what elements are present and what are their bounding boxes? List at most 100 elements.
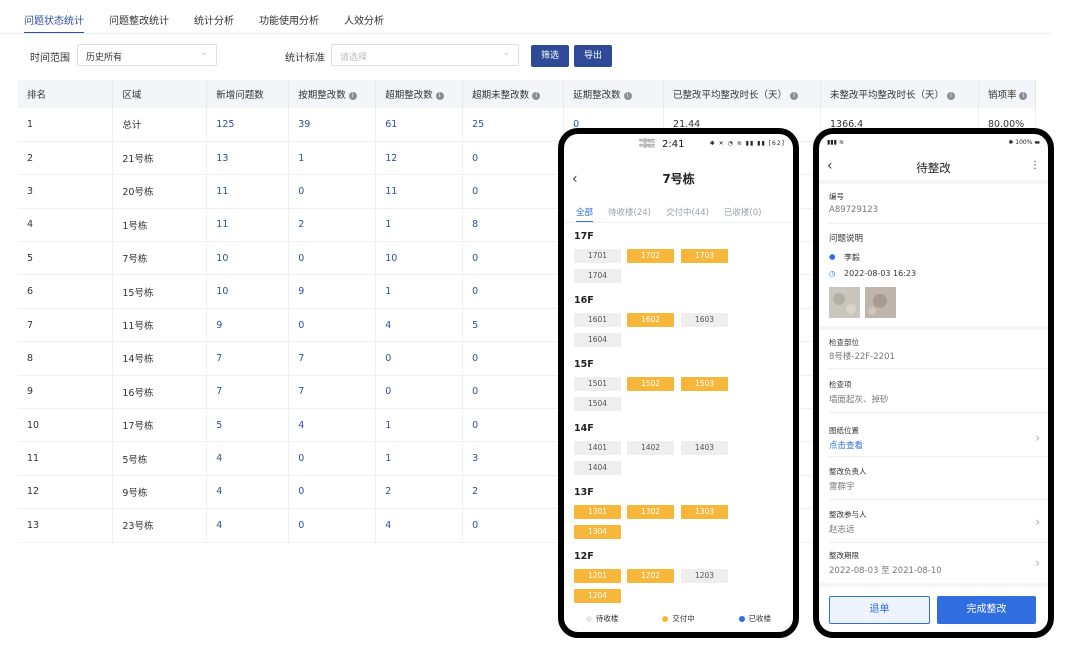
table-cell: 9 [288,274,377,309]
standard-placeholder: 请选择 [340,53,368,63]
tab-received[interactable]: 已收楼(0) [724,206,762,223]
room-cell[interactable]: 1501 [574,377,621,391]
tab-efficiency[interactable]: 人效分析 [344,12,384,34]
room-cell[interactable]: 1604 [574,333,621,347]
export-button[interactable]: 导出 [574,45,612,67]
deadline-value: 2022-08-03 至 2021-08-10 [829,566,942,576]
room-cell[interactable]: 1702 [627,249,674,263]
status-legend: 待收楼 交付中 已收楼 [564,613,793,624]
room-cell[interactable]: 1302 [627,505,674,519]
table-cell: 16号栋 [112,375,208,410]
room-cell[interactable]: 1402 [627,441,674,455]
table-cell: 0 [462,174,565,209]
table-cell: 1 [375,441,464,476]
room-cell[interactable]: 1204 [574,589,621,603]
issue-photo-1[interactable] [829,287,860,318]
divider [829,223,1048,224]
room-cell[interactable]: 1602 [627,313,674,327]
chevron-right-icon[interactable]: › [1035,515,1040,529]
table-cell: 7 [288,341,377,376]
section-separator [819,326,1048,330]
chevron-down-icon: ⌄ [502,48,510,58]
room-cell[interactable]: 1404 [574,461,621,475]
info-icon[interactable]: i [1019,91,1028,100]
room-cell[interactable]: 1301 [574,505,621,519]
info-icon[interactable]: i [947,91,955,100]
tab-to-receive[interactable]: 待收楼(24) [608,206,651,223]
table-cell: 11 [375,174,464,209]
floor-label: 15F [574,359,594,370]
filter-button[interactable]: 筛选 [531,45,569,67]
room-cell[interactable]: 1601 [574,313,621,327]
tab-analysis[interactable]: 统计分析 [194,12,234,34]
chevron-right-icon[interactable]: › [1035,431,1040,445]
table-cell: 10 [206,274,290,309]
info-icon[interactable]: i [348,91,357,100]
room-cell[interactable]: 1504 [574,397,621,411]
participant-label: 整改参与人 [829,510,867,519]
table-cell: 0 [288,441,377,476]
room-cell[interactable]: 1304 [574,525,621,539]
room-cell[interactable]: 1704 [574,269,621,283]
table-cell: 0 [462,141,565,176]
table-cell: 10 [18,408,114,443]
building-title: 7号栋 [662,172,695,186]
desc-label: 问题说明 [829,234,864,244]
user-icon: ● [829,252,836,261]
status-bar: ▮▮▮ ≋ ✱ 100% ▬ [819,134,1048,154]
clock-icon: ◷ [829,269,836,278]
tabs-divider [0,33,1050,34]
divider [829,542,1048,543]
divider [829,412,1048,413]
tab-feature-usage[interactable]: 功能使用分析 [259,12,319,34]
room-cell[interactable]: 1502 [627,377,674,391]
drawing-link[interactable]: 点击查看 [829,439,863,451]
tab-all[interactable]: 全部 [576,206,594,223]
section-separator [819,180,1048,184]
table-cell: 9号栋 [112,475,208,510]
chevron-right-icon[interactable]: › [1035,556,1040,570]
complete-rectify-button[interactable]: 完成整改 [937,596,1036,624]
table-cell: 0 [462,341,565,376]
info-icon[interactable]: i [532,91,541,100]
standard-select[interactable]: 请选择 ⌄ [331,44,519,66]
table-cell: 11号栋 [112,308,208,343]
tab-status-stats[interactable]: 问题状态统计 [24,12,84,34]
room-cell[interactable]: 1203 [681,569,728,583]
more-icon[interactable]: ⋮ [1030,160,1040,171]
legend-received: 已收楼 [738,613,771,624]
time-range-label: 时间范围 [30,53,70,64]
table-cell: 7 [288,375,377,410]
return-button[interactable]: 退单 [829,596,930,624]
room-cell[interactable]: 1303 [681,505,728,519]
info-icon[interactable]: i [435,91,444,100]
room-cell[interactable]: 1703 [681,249,728,263]
room-cell[interactable]: 1202 [627,569,674,583]
room-cell[interactable]: 1201 [574,569,621,583]
table-header-row: 排名 区域 新增问题数 按期整改数 i 超期整改数 i 超期未整改数 i 延期整改数 i… [18,80,1037,108]
time-range-select[interactable]: 历史所有 ⌄ [77,44,217,66]
room-cell[interactable]: 1503 [681,377,728,391]
issue-photo-2[interactable] [865,287,896,318]
tab-rectify-stats[interactable]: 问题整改统计 [109,12,169,34]
tab-delivering[interactable]: 交付中(44) [666,206,709,223]
info-icon[interactable]: i [623,91,632,100]
room-cell[interactable]: 1403 [681,441,728,455]
table-cell: 4 [375,508,464,543]
battery-icon: ✱ 100% ▬ [1008,139,1040,146]
item-value: 墙面起灰、掉砂 [829,395,889,405]
participant-value: 赵志远 [829,525,855,535]
room-cell[interactable]: 1701 [574,249,621,263]
status-icons: ✱ ✕ ◔ ≋ ▮▮ ▮▮ [62] [709,140,785,147]
report-datetime: 2022-08-03 16:23 [844,269,917,278]
table-cell: 3 [18,174,114,209]
room-cell[interactable]: 1603 [681,313,728,327]
status-bar: 中国电信 中国电信 2:41 ✱ ✕ ◔ ≋ ▮▮ ▮▮ [62] [564,134,793,154]
room-cell[interactable]: 1401 [574,441,621,455]
table-cell: 39 [288,108,377,142]
info-icon[interactable]: i [790,91,799,100]
table-cell: 4 [206,441,290,476]
deadline-label: 整改期限 [829,551,859,560]
table-cell: 7 [206,341,290,376]
table-cell: 0 [288,308,377,343]
